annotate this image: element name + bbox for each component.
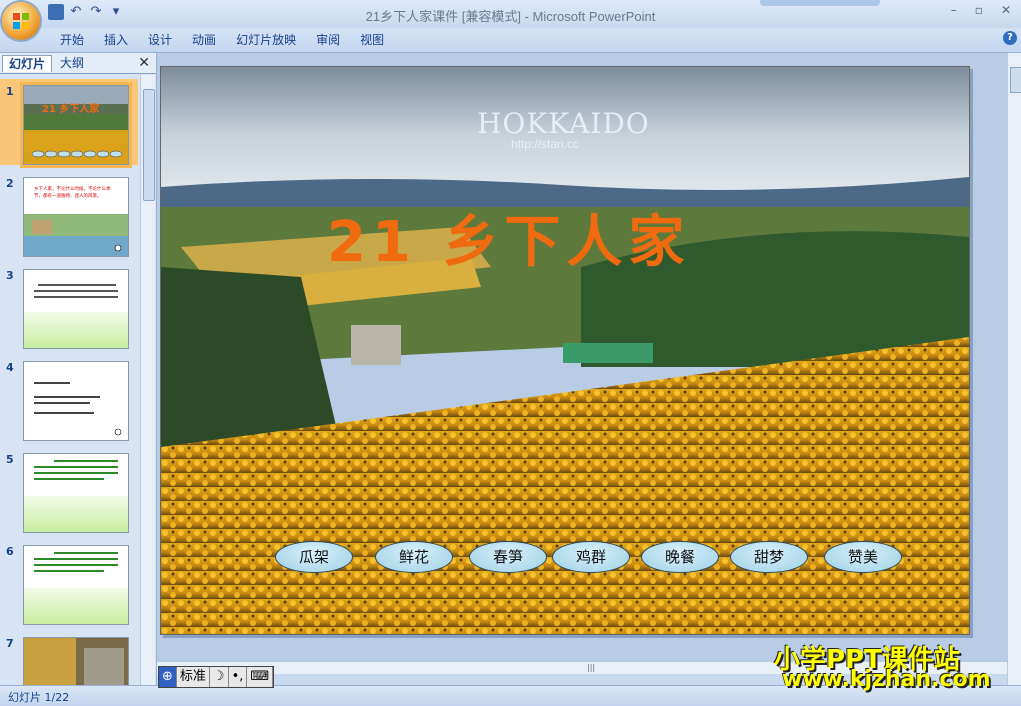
slide-number: 5 — [6, 453, 14, 466]
window-title: 21乡下人家课件 [兼容模式] - Microsoft PowerPoint — [365, 9, 656, 24]
slide-7-picture — [24, 638, 128, 685]
ribbon: 开始 插入 设计 动画 幻灯片放映 审阅 视图 ? — [0, 28, 1021, 53]
office-logo-icon — [13, 13, 29, 29]
tab-home[interactable]: 开始 — [56, 32, 100, 48]
slide-thumbnails: 1 21 乡下人家 2 乡下人家，不论什么时候，不论什么季节，都有一道独特、迷人… — [0, 75, 140, 685]
photo-url: http://stan.cc — [511, 137, 580, 151]
slide-thumbnail[interactable]: 21 乡下人家 — [23, 85, 129, 165]
minimize-icon[interactable]: – — [951, 3, 957, 17]
keyword-button[interactable]: 瓜架 — [275, 541, 353, 573]
tab-review[interactable]: 审阅 — [312, 32, 356, 48]
keyword-button[interactable]: 鲜花 — [375, 541, 453, 573]
close-icon[interactable]: ✕ — [1001, 3, 1011, 17]
tab-outline[interactable]: 大纲 — [54, 55, 90, 71]
tab-animation[interactable]: 动画 — [188, 32, 232, 48]
office-button[interactable] — [2, 2, 40, 40]
slide-thumbnail[interactable] — [23, 361, 129, 441]
restore-icon[interactable]: ▫ — [975, 3, 983, 17]
slide-counter: 幻灯片 1/22 — [8, 691, 70, 704]
ime-halfwidth-icon[interactable]: ☽ — [210, 667, 229, 687]
pane-tabs: 幻灯片 大纲 ✕ — [0, 53, 156, 74]
slide-thumbnail[interactable]: 乡下人家，不论什么时候，不论什么季节，都有一道独特、迷人的风景。 — [23, 177, 129, 257]
slide-vertical-scrollbar[interactable] — [1007, 53, 1021, 685]
slide-number: 3 — [6, 269, 14, 282]
slide-number: 2 — [6, 177, 14, 190]
help-icon[interactable]: ? — [1003, 31, 1017, 45]
slide-number: 1 — [6, 85, 14, 98]
ime-keyboard-icon[interactable]: ⌨ — [247, 667, 274, 687]
ime-toolbar: ⊕ 标准 ☽ •, ⌨ — [158, 666, 275, 688]
slide-2-picture — [24, 214, 128, 256]
window-controls: – ▫ ✕ — [951, 3, 1011, 17]
keyword-button[interactable]: 赞美 — [824, 541, 902, 573]
ime-mode-button[interactable]: 标准 — [177, 667, 210, 687]
keyword-button[interactable]: 甜梦 — [730, 541, 808, 573]
slide-5-green-band — [24, 496, 128, 532]
photo-label: HOKKAIDO — [477, 107, 650, 140]
slide-2-text: 乡下人家，不论什么时候，不论什么季节，都有一道独特、迷人的风景。 — [34, 187, 111, 199]
scrollbar-thumb[interactable] — [143, 89, 155, 201]
scrollbar-grip-icon: ||| — [587, 663, 596, 672]
tab-slides[interactable]: 幻灯片 — [2, 55, 53, 72]
scrollbar-thumb[interactable] — [1010, 67, 1021, 93]
tab-design[interactable]: 设计 — [144, 32, 188, 48]
slide-number: 6 — [6, 545, 14, 558]
ime-logo-icon[interactable]: ⊕ — [159, 667, 177, 687]
slide-1-preview — [24, 86, 128, 164]
slide-thumbnail[interactable] — [23, 453, 129, 533]
tab-slideshow[interactable]: 幻灯片放映 — [232, 32, 312, 48]
slide-4-text-lines — [34, 382, 122, 436]
slide-thumbnail[interactable] — [23, 269, 129, 349]
slide-number: 7 — [6, 637, 14, 650]
thumbnails-scrollbar[interactable] — [140, 75, 155, 685]
slide-thumbnail[interactable] — [23, 545, 129, 625]
slide-editing-area: HOKKAIDO http://stan.cc 21 乡下人家 瓜架 鲜花 春笋… — [157, 53, 1007, 661]
ime-punctuation-icon[interactable]: •, — [229, 667, 248, 687]
tab-view[interactable]: 视图 — [356, 32, 400, 48]
slide-1-title: 21 乡下人家 — [42, 104, 100, 115]
ribbon-tabs: 开始 插入 设计 动画 幻灯片放映 审阅 视图 — [56, 32, 400, 48]
keyword-button[interactable]: 春笋 — [469, 541, 547, 573]
slide-thumbnail[interactable] — [23, 637, 129, 685]
title-bar: ↶ ↷ ▾ 21乡下人家课件 [兼容模式] - Microsoft PowerP… — [0, 0, 1021, 28]
watermark-url: www.kjzhan.com — [782, 667, 991, 692]
pane-close-icon[interactable]: ✕ — [138, 55, 150, 71]
slide-6-green-band — [24, 588, 128, 624]
current-slide[interactable]: HOKKAIDO http://stan.cc 21 乡下人家 瓜架 鲜花 春笋… — [160, 66, 970, 635]
slide-title[interactable]: 21 乡下人家 — [327, 197, 690, 278]
slides-pane: 幻灯片 大纲 ✕ 1 21 乡下人家 2 乡下人家，不论什么时候，不论什么季节，… — [0, 53, 157, 685]
keyword-button[interactable]: 晚餐 — [641, 541, 719, 573]
slide-3-green-band — [24, 312, 128, 348]
slide-3-text-lines — [34, 284, 118, 298]
slide-number: 4 — [6, 361, 14, 374]
keyword-button[interactable]: 鸡群 — [552, 541, 630, 573]
tab-insert[interactable]: 插入 — [100, 32, 144, 48]
